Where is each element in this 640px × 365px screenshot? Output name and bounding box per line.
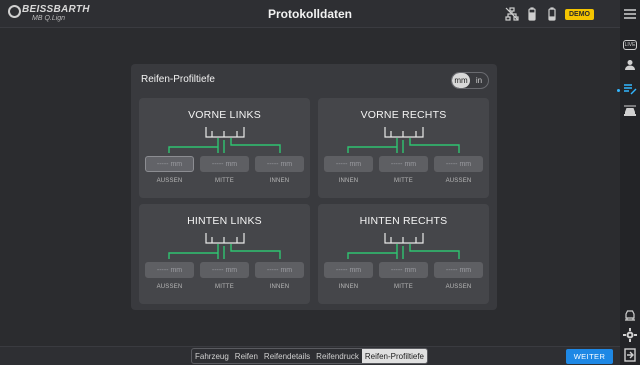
- user-button[interactable]: [623, 58, 637, 72]
- position-label: AUSSEN: [445, 284, 472, 290]
- position-label: MITTE: [215, 284, 234, 290]
- tab-reifendruck[interactable]: Reifendruck: [313, 349, 362, 363]
- lift-button[interactable]: [623, 308, 637, 322]
- tab-fahrzeug[interactable]: Fahrzeug: [192, 349, 232, 363]
- gear-icon: [623, 328, 637, 342]
- battery-icon: [528, 7, 536, 21]
- tyre-tread-diagram-icon: [168, 127, 281, 153]
- position-label: AUSSEN: [156, 178, 183, 184]
- tread-field-middle[interactable]: ----- mm: [379, 262, 428, 278]
- tread-depth-panel: Reifen-Profiltiefe mm in VORNE LINKS ---…: [131, 64, 497, 310]
- menu-button[interactable]: [623, 7, 637, 21]
- workflow-tabs: Fahrzeug Reifen Reifendetails Reifendruc…: [191, 348, 428, 364]
- field-row: ----- mm ----- mm ----- mm: [324, 262, 483, 278]
- tread-field-outer[interactable]: ----- mm: [145, 156, 194, 172]
- card-front-right: VORNE RECHTS ----- mm ----- mm ----- mm …: [318, 98, 489, 198]
- protocol-button[interactable]: [623, 82, 637, 96]
- tab-reifen-profiltiefe[interactable]: Reifen-Profiltiefe: [361, 349, 427, 363]
- list-edit-icon: [624, 84, 637, 95]
- panel-title: Reifen-Profiltiefe: [141, 74, 215, 85]
- position-label: MITTE: [215, 178, 234, 184]
- card-rear-right: HINTEN RECHTS ----- mm ----- mm ----- mm…: [318, 204, 489, 304]
- field-row: ----- mm ----- mm ----- mm: [145, 262, 304, 278]
- right-sidebar: LIVE: [617, 0, 640, 365]
- menu-icon: [624, 9, 636, 19]
- position-label: MITTE: [394, 178, 413, 184]
- tread-field-inner[interactable]: ----- mm: [255, 156, 304, 172]
- demo-badge: DEMO: [565, 8, 594, 20]
- label-row: INNEN MITTE AUSSEN: [324, 284, 483, 290]
- tab-reifen[interactable]: Reifen: [232, 349, 261, 363]
- tread-field-inner[interactable]: ----- mm: [324, 262, 373, 278]
- live-button[interactable]: LIVE: [622, 38, 638, 52]
- unit-toggle[interactable]: mm in: [451, 72, 489, 89]
- user-icon: [625, 60, 635, 70]
- next-button[interactable]: WEITER: [566, 349, 613, 364]
- card-rear-left: HINTEN LINKS ----- mm ----- mm ----- mm …: [139, 204, 310, 304]
- card-title: VORNE RECHTS: [360, 109, 447, 121]
- unit-in-option[interactable]: in: [470, 73, 488, 88]
- card-title: HINTEN LINKS: [187, 215, 262, 227]
- car-icon: [624, 105, 636, 116]
- card-title: HINTEN RECHTS: [359, 215, 448, 227]
- tyre-tread-diagram-icon: [347, 233, 460, 259]
- position-label: MITTE: [394, 284, 413, 290]
- position-label: AUSSEN: [445, 178, 472, 184]
- tread-field-outer[interactable]: ----- mm: [434, 156, 483, 172]
- live-icon: LIVE: [622, 40, 638, 50]
- card-front-left: VORNE LINKS ----- mm ----- mm ----- mm A…: [139, 98, 310, 198]
- tab-reifendetails[interactable]: Reifendetails: [261, 349, 313, 363]
- position-label: INNEN: [338, 178, 359, 184]
- field-row: ----- mm ----- mm ----- mm: [145, 156, 304, 172]
- status-icons: DEMO: [505, 6, 594, 22]
- tread-field-middle[interactable]: ----- mm: [379, 156, 428, 172]
- label-row: INNEN MITTE AUSSEN: [324, 178, 483, 184]
- logout-button[interactable]: [623, 348, 637, 362]
- car-lift-icon: [625, 310, 635, 321]
- battery-low-icon: [548, 7, 556, 21]
- tread-field-outer[interactable]: ----- mm: [434, 262, 483, 278]
- tread-field-inner[interactable]: ----- mm: [255, 262, 304, 278]
- field-row: ----- mm ----- mm ----- mm: [324, 156, 483, 172]
- label-row: AUSSEN MITTE INNEN: [145, 178, 304, 184]
- position-label: INNEN: [269, 284, 290, 290]
- position-label: INNEN: [338, 284, 359, 290]
- tread-field-outer[interactable]: ----- mm: [145, 262, 194, 278]
- position-label: INNEN: [269, 178, 290, 184]
- network-icon: [505, 7, 519, 21]
- logout-icon: [624, 348, 636, 362]
- top-bar: BEISSBARTH MB Q.Lign Protokolldaten DEMO: [0, 0, 620, 28]
- tyre-tread-diagram-icon: [168, 233, 281, 259]
- label-row: AUSSEN MITTE INNEN: [145, 284, 304, 290]
- position-label: AUSSEN: [156, 284, 183, 290]
- settings-button[interactable]: [623, 328, 637, 342]
- tread-field-inner[interactable]: ----- mm: [324, 156, 373, 172]
- unit-mm-option[interactable]: mm: [452, 73, 470, 88]
- vehicle-button[interactable]: [623, 104, 637, 118]
- card-title: VORNE LINKS: [188, 109, 261, 121]
- tread-field-middle[interactable]: ----- mm: [200, 262, 249, 278]
- tyre-tread-diagram-icon: [347, 127, 460, 153]
- tread-field-middle[interactable]: ----- mm: [200, 156, 249, 172]
- bottom-bar: Fahrzeug Reifen Reifendetails Reifendruc…: [0, 346, 620, 365]
- active-indicator: [617, 89, 620, 92]
